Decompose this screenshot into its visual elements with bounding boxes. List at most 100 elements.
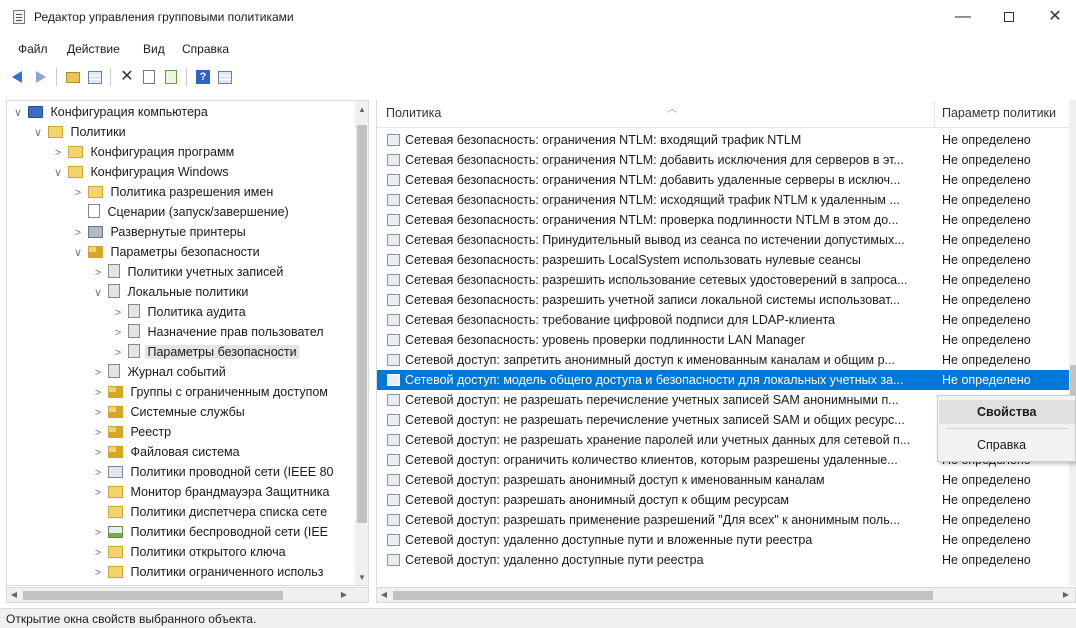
list-item[interactable]: Сетевая безопасность: требование цифрово…: [377, 310, 1069, 330]
scroll-down-icon[interactable]: ▼: [355, 571, 368, 585]
tree-item-name-resolution[interactable]: > Политика разрешения имен: [71, 182, 275, 202]
expander-icon[interactable]: >: [91, 443, 105, 463]
tree-item-security-settings[interactable]: ∨ Параметры безопасности: [71, 242, 262, 262]
tree-item-printers[interactable]: > Развернутые принтеры: [71, 222, 248, 242]
list-item-selected[interactable]: Сетевой доступ: модель общего доступа и …: [377, 370, 1069, 390]
expander-icon[interactable]: ∨: [31, 123, 45, 143]
tree-item-wired-network[interactable]: > Политики проводной сети (IEEE 80: [91, 462, 336, 482]
tree-item-system-services[interactable]: > Системные службы: [91, 402, 247, 422]
list-item[interactable]: Сетевая безопасность: уровень проверки п…: [377, 330, 1069, 350]
tree-item-software-restriction[interactable]: > Политики ограниченного использ: [91, 562, 326, 582]
expander-icon[interactable]: >: [111, 303, 125, 323]
expander-icon[interactable]: ∨: [91, 283, 105, 303]
list-item[interactable]: Сетевая безопасность: ограничения NTLM: …: [377, 190, 1069, 210]
list-item[interactable]: Сетевой доступ: разрешать применение раз…: [377, 510, 1069, 530]
tree-item-policies[interactable]: ∨ Политики: [31, 122, 128, 142]
tree-item-registry[interactable]: > Реестр: [91, 422, 173, 442]
list-vertical-scrollbar[interactable]: [1069, 100, 1076, 586]
tree-item-windows-config[interactable]: ∨ Конфигурация Windows: [51, 162, 231, 182]
help-icon[interactable]: ?: [194, 68, 212, 86]
expander-icon[interactable]: >: [111, 323, 125, 343]
scroll-up-icon[interactable]: ▲: [355, 103, 368, 117]
tree-item-computer-config[interactable]: ∨ Конфигурация компьютера: [11, 102, 210, 122]
expander-icon[interactable]: >: [71, 183, 85, 203]
list-horizontal-scrollbar[interactable]: ◀ ▶: [376, 587, 1076, 603]
tree-vertical-scrollbar[interactable]: ▲ ▼: [355, 101, 368, 585]
scroll-thumb[interactable]: [357, 125, 367, 523]
expander-icon[interactable]: >: [91, 523, 105, 543]
tree-item-public-key[interactable]: > Политики открытого ключа: [91, 542, 288, 562]
tree-item-restricted-groups[interactable]: > Группы с ограниченным доступом: [91, 382, 330, 402]
expander-icon[interactable]: >: [91, 423, 105, 443]
expander-icon[interactable]: >: [91, 563, 105, 583]
context-menu-properties[interactable]: Свойства: [939, 400, 1075, 424]
list-item[interactable]: Сетевая безопасность: ограничения NTLM: …: [377, 170, 1069, 190]
context-menu-help[interactable]: Справка: [939, 433, 1075, 457]
scroll-thumb[interactable]: [393, 591, 933, 600]
list-item[interactable]: Сетевая безопасность: разрешить учетной …: [377, 290, 1069, 310]
list-item[interactable]: Сетевая безопасность: ограничения NTLM: …: [377, 130, 1069, 150]
expander-icon[interactable]: >: [91, 263, 105, 283]
scroll-left-icon[interactable]: ◀: [7, 588, 21, 602]
up-folder-icon[interactable]: [64, 68, 82, 86]
list-item[interactable]: Сетевая безопасность: ограничения NTLM: …: [377, 210, 1069, 230]
tree-item-local-policies[interactable]: ∨ Локальные политики: [91, 282, 250, 302]
tree-item-network-list[interactable]: Политики диспетчера списка сете: [91, 502, 329, 522]
list-item[interactable]: Сетевой доступ: разрешать анонимный дост…: [377, 470, 1069, 490]
expander-icon[interactable]: >: [91, 383, 105, 403]
column-divider[interactable]: [934, 100, 935, 128]
menu-help[interactable]: Справка: [182, 42, 229, 56]
list-item[interactable]: Сетевая безопасность: ограничения NTLM: …: [377, 150, 1069, 170]
delete-icon[interactable]: ✕: [118, 68, 136, 86]
menu-action[interactable]: Действие: [67, 42, 120, 56]
policy-icon: [387, 294, 400, 306]
expander-icon[interactable]: ∨: [11, 103, 25, 123]
tree-item-scripts[interactable]: Сценарии (запуск/завершение): [71, 202, 291, 222]
scroll-right-icon[interactable]: ▶: [1059, 588, 1073, 602]
folder-icon: [108, 486, 124, 498]
expander-icon[interactable]: >: [111, 343, 125, 363]
menu-view[interactable]: Вид: [143, 42, 165, 56]
properties-icon[interactable]: [140, 68, 158, 86]
tree-horizontal-scrollbar[interactable]: ◀ ▶: [6, 587, 369, 603]
list-item[interactable]: Сетевая безопасность: разрешить использо…: [377, 270, 1069, 290]
expander-icon[interactable]: >: [91, 403, 105, 423]
tree-item-wireless-network[interactable]: > Политики беспроводной сети (IEE: [91, 522, 330, 542]
tree-item-software-config[interactable]: > Конфигурация программ: [51, 142, 236, 162]
list-item[interactable]: Сетевая безопасность: разрешить LocalSys…: [377, 250, 1069, 270]
scroll-left-icon[interactable]: ◀: [377, 588, 391, 602]
tree-item-firewall[interactable]: > Монитор брандмауэра Защитника: [91, 482, 331, 502]
expander-icon[interactable]: >: [71, 223, 85, 243]
maximize-button[interactable]: [986, 0, 1032, 34]
list-item[interactable]: Сетевой доступ: запретить анонимный дост…: [377, 350, 1069, 370]
show-hide-tree-icon[interactable]: [86, 68, 104, 86]
menu-file[interactable]: Файл: [18, 42, 48, 56]
scroll-right-icon[interactable]: ▶: [337, 588, 351, 602]
minimize-button[interactable]: —: [940, 0, 986, 34]
export-list-icon[interactable]: [162, 68, 180, 86]
back-arrow-icon[interactable]: [10, 68, 28, 86]
column-policy[interactable]: Политика: [386, 106, 441, 120]
expander-icon[interactable]: >: [91, 543, 105, 563]
column-setting[interactable]: Параметр политики: [942, 106, 1056, 120]
tree-item-audit-policy[interactable]: > Политика аудита: [111, 302, 248, 322]
close-button[interactable]: ✕: [1032, 0, 1076, 34]
expander-icon[interactable]: >: [91, 363, 105, 383]
list-item[interactable]: Сетевой доступ: удаленно доступные пути …: [377, 550, 1069, 570]
tree-item-user-rights[interactable]: > Назначение прав пользовател: [111, 322, 326, 342]
expander-icon[interactable]: ∨: [71, 243, 85, 263]
list-item[interactable]: Сетевой доступ: удаленно доступные пути …: [377, 530, 1069, 550]
list-item[interactable]: Сетевая безопасность: Принудительный выв…: [377, 230, 1069, 250]
tree-item-file-system[interactable]: > Файловая система: [91, 442, 242, 462]
tree-item-event-log[interactable]: > Журнал событий: [91, 362, 228, 382]
tree-item-security-options[interactable]: > Параметры безопасности: [111, 342, 299, 362]
expander-icon[interactable]: >: [51, 143, 65, 163]
forward-arrow-icon[interactable]: [32, 68, 50, 86]
list-item[interactable]: Сетевой доступ: разрешать анонимный дост…: [377, 490, 1069, 510]
expander-icon[interactable]: >: [91, 463, 105, 483]
tree-item-account-policies[interactable]: > Политики учетных записей: [91, 262, 285, 282]
expander-icon[interactable]: >: [91, 483, 105, 503]
view-icon[interactable]: [216, 68, 234, 86]
scroll-thumb[interactable]: [23, 591, 283, 600]
expander-icon[interactable]: ∨: [51, 163, 65, 183]
